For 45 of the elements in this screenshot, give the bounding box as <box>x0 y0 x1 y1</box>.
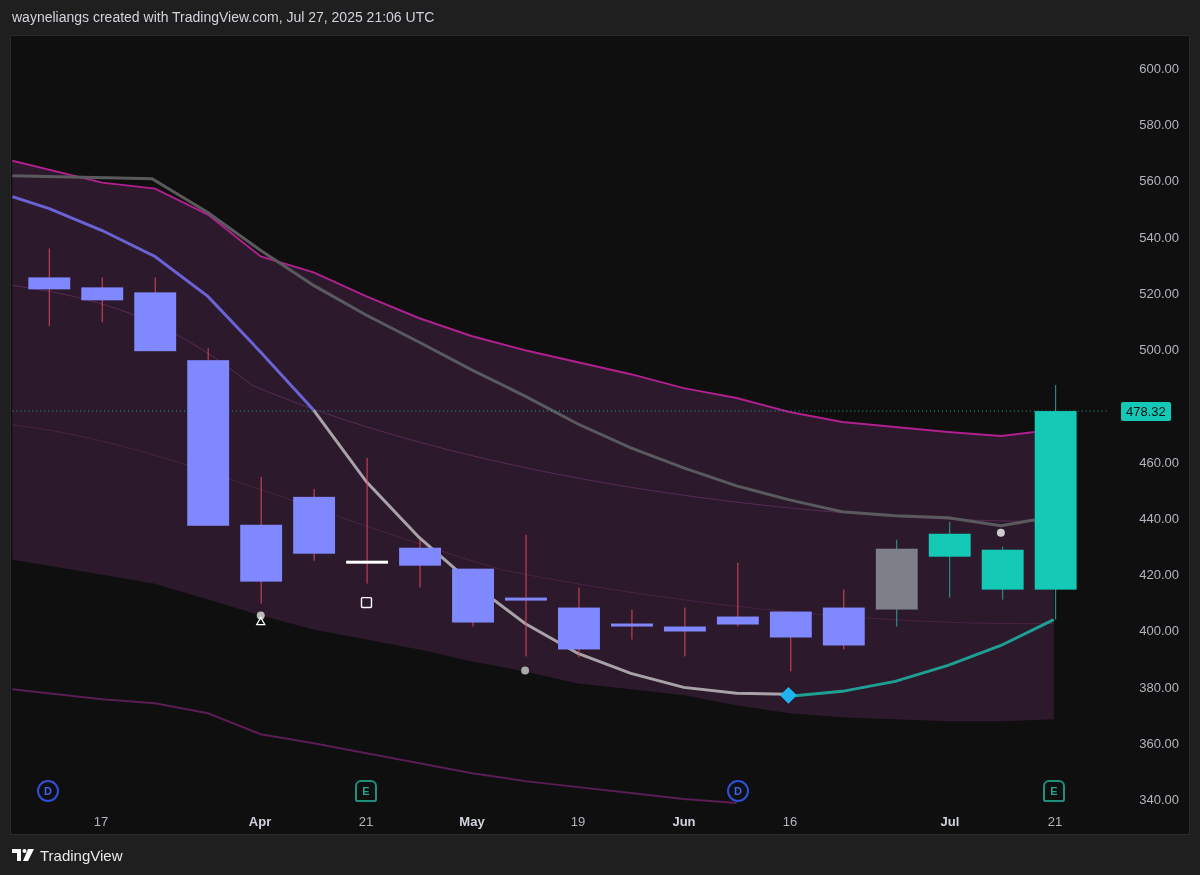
price-axis-label: 520.00 <box>1139 285 1179 301</box>
candlestick <box>399 539 441 589</box>
triangle-marker <box>255 616 266 626</box>
price-axis-label: 420.00 <box>1139 567 1179 583</box>
time-axis-label: May <box>459 814 485 829</box>
square-marker <box>360 596 373 609</box>
candlestick <box>610 609 653 640</box>
time-axis-label: 17 <box>93 814 109 829</box>
candlestick <box>822 589 865 650</box>
time-axis-label: 21 <box>358 814 374 829</box>
candlestick <box>663 607 706 657</box>
candlestick <box>81 276 124 323</box>
chart-attribution: wayneliangs created with TradingView.com, Jul 27, 2025 21:06 UTC <box>11 8 436 27</box>
dividend-marker[interactable]: D <box>727 780 749 802</box>
price-axis-label: 440.00 <box>1139 510 1179 526</box>
last-price-tag: 478.32 <box>1121 402 1171 421</box>
candlestick <box>716 562 759 627</box>
candlestick <box>452 568 494 627</box>
price-axis-label: 540.00 <box>1139 229 1179 245</box>
price-axis-label: 560.00 <box>1139 173 1179 189</box>
time-axis-label: 16 <box>782 814 798 829</box>
price-axis-label: 460.00 <box>1139 454 1179 470</box>
price-axis-label: 360.00 <box>1139 735 1179 751</box>
earnings-marker[interactable]: E <box>355 780 377 802</box>
price-axis-label: 400.00 <box>1139 623 1179 639</box>
brand-name: TradingView <box>40 846 123 864</box>
logo-icon <box>12 849 34 861</box>
dot-marker <box>996 528 1005 537</box>
dot-marker <box>521 666 530 675</box>
time-axis-label: 19 <box>570 814 586 829</box>
dot-marker <box>256 611 265 620</box>
price-axis-label: 580.00 <box>1139 117 1179 133</box>
candlestick <box>769 611 812 672</box>
time-axis-label: Jun <box>672 814 696 829</box>
time-axis-label: Apr <box>248 814 272 829</box>
time-axis-label: 21 <box>1047 814 1063 829</box>
earnings-marker[interactable]: E <box>1043 780 1065 802</box>
time-axis-label: Jul <box>940 814 960 829</box>
price-axis-label: 600.00 <box>1139 61 1179 76</box>
price-axis-label: 340.00 <box>1139 792 1179 807</box>
price-axis-label: 380.00 <box>1139 679 1179 695</box>
price-axis-label: 500.00 <box>1139 342 1179 358</box>
candlestick <box>981 546 1024 601</box>
dividend-marker[interactable]: D <box>37 780 59 802</box>
candlestick <box>558 587 600 658</box>
